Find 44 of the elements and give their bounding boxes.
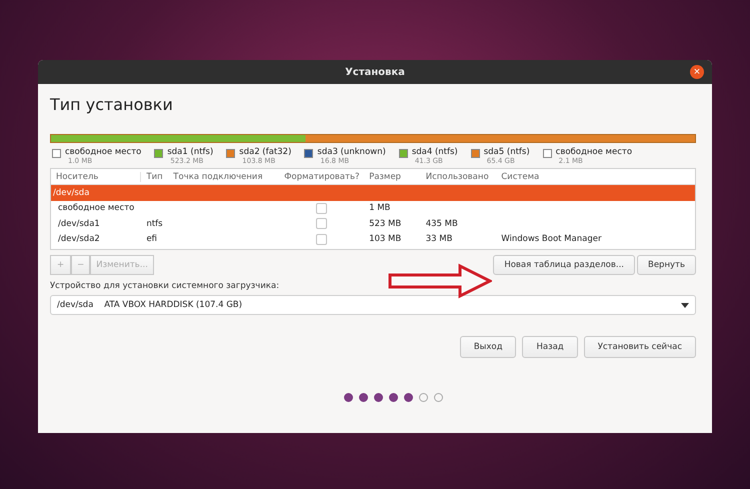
column-header[interactable]: Форматировать? <box>274 172 364 182</box>
column-header[interactable]: Тип <box>141 172 168 182</box>
column-header[interactable]: Носитель <box>51 172 142 182</box>
table-row[interactable]: /dev/sda2 efi 103 MB 33 MB Windows Boot Manager <box>51 232 695 247</box>
nav-button[interactable]: Выход <box>460 336 516 358</box>
table-row[interactable]: /dev/sda1 ntfs 523 MB 435 MB <box>51 216 695 232</box>
table-cell: 523 MB <box>369 218 402 229</box>
format-checkbox[interactable] <box>316 234 328 245</box>
partition-name: свободное место <box>556 147 632 157</box>
column-header[interactable]: Система <box>496 172 695 182</box>
format-checkbox[interactable] <box>316 218 328 230</box>
table-cell: 33 MB <box>426 234 452 244</box>
table-cell: /dev/sda1 <box>58 218 100 229</box>
partition-name: sda4 (ntfs) <box>412 147 458 157</box>
table-row[interactable]: /dev/sda <box>51 185 695 200</box>
nav-button[interactable]: Назад <box>522 336 578 358</box>
table-row[interactable]: свободное место 1 MB <box>51 200 695 216</box>
nav-button[interactable]: Установить сейчас <box>584 336 696 358</box>
table-button[interactable]: Вернуть <box>636 255 696 275</box>
partition-name: sda1 (ntfs) <box>167 147 214 157</box>
table-button[interactable]: Новая таблица разделов... <box>493 255 635 275</box>
table-cell: свободное место <box>58 203 134 214</box>
table-cell: 435 MB <box>426 218 458 229</box>
table-cell: 103 MB <box>369 234 402 244</box>
partition-name: свободное место <box>65 147 142 157</box>
partition-name: sda3 (unknown) <box>317 147 386 157</box>
column-header[interactable]: Использовано <box>420 172 496 182</box>
bootloader-label: Устройство для установки системного загрузчика: <box>50 281 280 291</box>
partition-name: sda5 (ntfs) <box>484 147 530 157</box>
close-button[interactable]: × <box>690 65 704 79</box>
window-title: Установка <box>345 66 405 78</box>
device-name: /dev/sda <box>52 188 90 198</box>
table-cell: Windows Boot Manager <box>501 234 602 244</box>
table-cell: 1 MB <box>369 203 390 214</box>
partition-name: sda2 (fat32) <box>239 147 292 157</box>
bootloader-dropdown[interactable]: /dev/sda ATA VBOX HARDDISK (107.4 GB) <box>50 295 696 315</box>
dropdown-caret-icon <box>681 302 689 308</box>
column-header[interactable]: Точка подключения <box>168 172 275 182</box>
column-header[interactable]: Размер <box>364 172 421 182</box>
table-cell: efi <box>146 234 158 244</box>
table-cell: /dev/sda2 <box>58 234 100 244</box>
page-heading: Тип установки <box>50 95 174 114</box>
table-cell: ntfs <box>146 218 163 229</box>
format-checkbox[interactable] <box>316 202 328 214</box>
